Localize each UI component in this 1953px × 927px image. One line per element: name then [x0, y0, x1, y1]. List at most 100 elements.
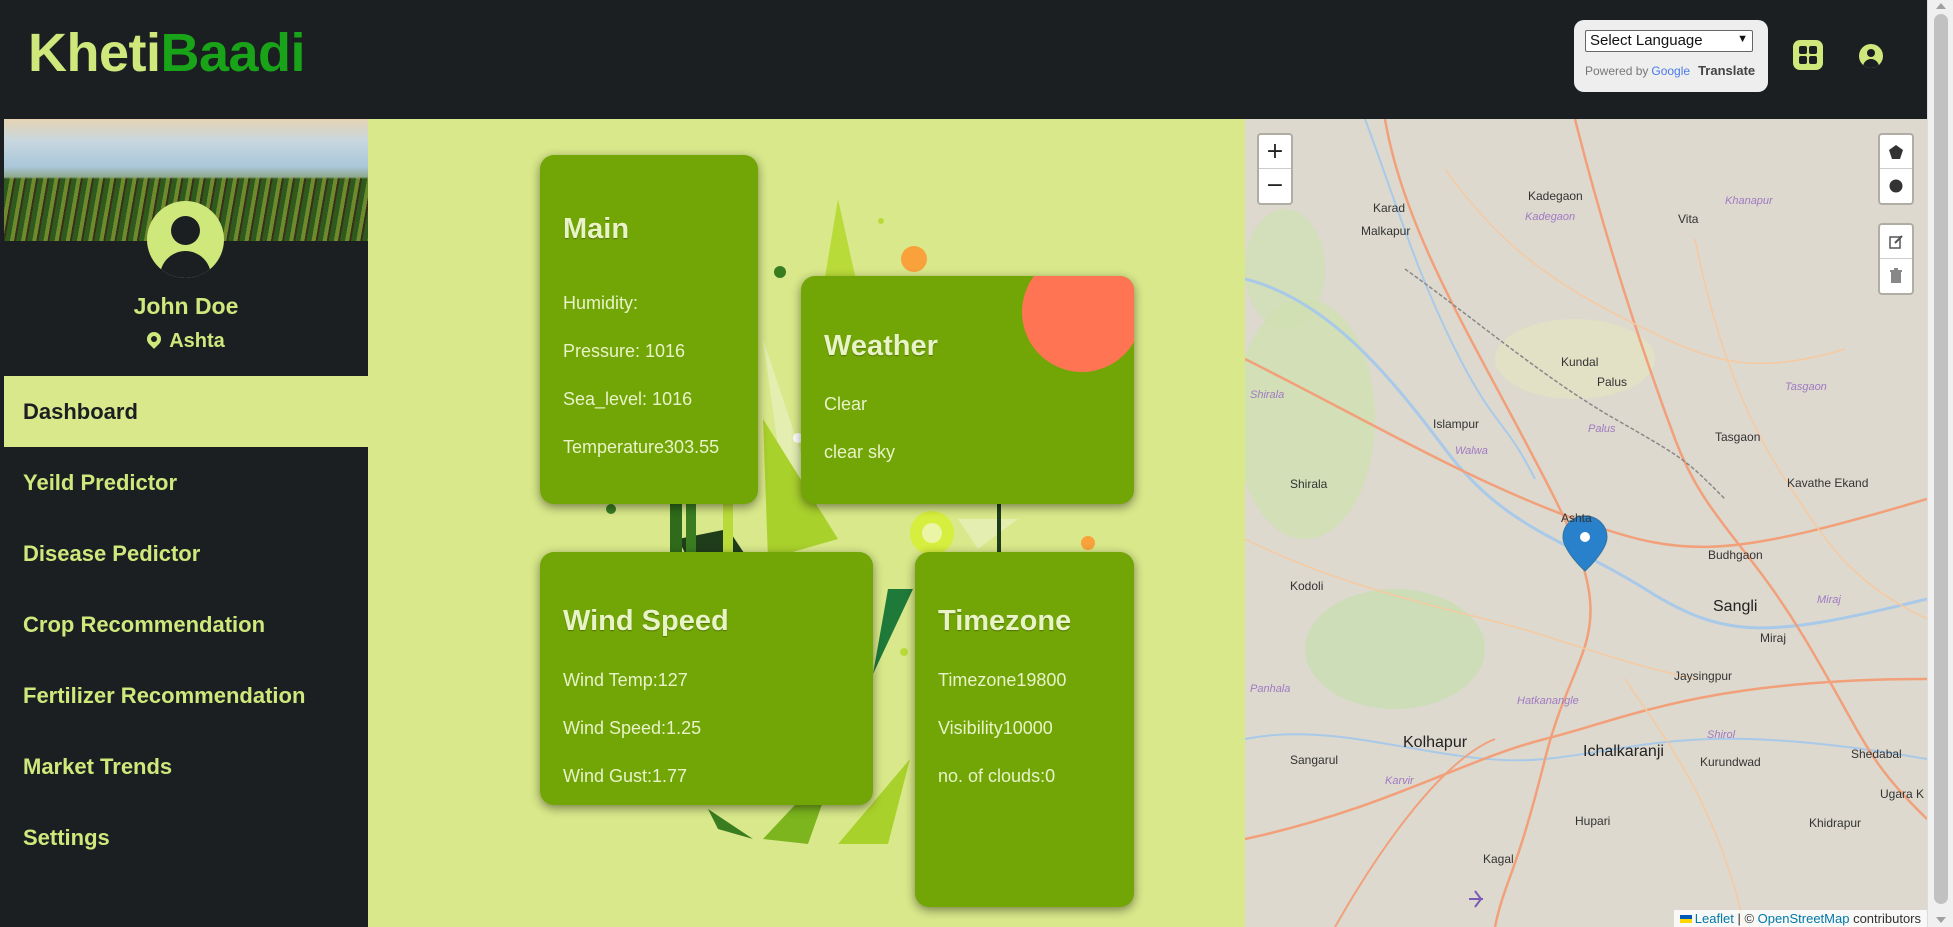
user-account-icon[interactable] [1859, 44, 1883, 68]
attribution-separator: | © [1737, 911, 1755, 926]
map-label: Panhala [1250, 683, 1291, 695]
pressure-value: Pressure: 1016 [563, 341, 686, 361]
draw-circle-icon[interactable] [1880, 169, 1912, 203]
edit-layers-icon[interactable] [1880, 225, 1912, 259]
map-label: Khanapur [1725, 195, 1773, 207]
sidebar-item-market-trends[interactable]: Market Trends [4, 731, 368, 802]
map-label: Miraj [1817, 594, 1841, 606]
sidebar-item-crop-recommendation[interactable]: Crop Recommendation [4, 589, 368, 660]
language-select-value: Select Language [1590, 32, 1703, 49]
sidebar-item-disease-predictor[interactable]: Disease Pedictor [4, 518, 368, 589]
map-label: Walwa [1455, 445, 1488, 457]
clouds-value: no. of clouds:0 [938, 766, 1056, 786]
main-stats-card: Main Humidity: Pressure: 1016 Sea_level:… [540, 155, 758, 504]
map-label: Budhgaon [1708, 548, 1763, 562]
avatar [147, 201, 224, 278]
map-label: Hupari [1575, 814, 1611, 828]
scroll-up-arrow-icon[interactable] [1936, 3, 1946, 9]
card-title: Main [563, 213, 630, 245]
draw-toolbar [1878, 133, 1914, 205]
sidebar-item-fertilizer-recommendation[interactable]: Fertilizer Recommendation [4, 660, 368, 731]
edit-toolbar [1878, 223, 1914, 295]
scroll-down-arrow-icon[interactable] [1936, 917, 1946, 923]
google-translate-widget: Select Language ▼ Powered by Google Transl… [1574, 20, 1768, 92]
map-label: Vita [1678, 212, 1699, 226]
scrollbar-thumb[interactable] [1934, 14, 1948, 904]
map-label: Shirala [1250, 389, 1285, 401]
language-select[interactable]: Select Language ▼ [1585, 30, 1753, 52]
map-label: Kodoli [1290, 579, 1324, 593]
timezone-value: Timezone19800 [938, 670, 1067, 690]
apps-grid-icon[interactable] [1793, 40, 1823, 70]
translate-link[interactable]: Translate [1698, 63, 1755, 78]
logo-text-kheti: Kheti [28, 23, 161, 83]
card-title: Wind Speed [563, 605, 729, 637]
map-label: Ichalkaranji [1583, 743, 1664, 760]
sidebar: John Doe Ashta Dashboard Yeild Predictor… [4, 119, 368, 927]
map-label: Islampur [1433, 417, 1480, 431]
map-label: Kadegaon [1528, 189, 1583, 203]
map-label: Kavathe Ekand [1787, 476, 1869, 490]
map-label: Sangli [1713, 598, 1758, 615]
zoom-in-button[interactable]: + [1259, 135, 1291, 169]
map-label: Karvir [1385, 775, 1414, 787]
wind-speed-card: Wind Speed Wind Temp:127 Wind Speed:1.25… [540, 552, 873, 805]
map-label: Shedabal [1851, 747, 1902, 761]
map-attribution: Leaflet | © OpenStreetMap contributors [1673, 910, 1927, 927]
map-label: Tasgaon [1715, 430, 1761, 444]
google-logo[interactable]: Google [1651, 64, 1690, 78]
map-label: Shirala [1290, 477, 1328, 491]
temperature-value: Temperature303.55 [563, 437, 720, 457]
map-label: Sangarul [1290, 753, 1339, 767]
app-logo[interactable]: KhetiBaadi [28, 22, 306, 84]
card-title: Timezone [938, 605, 1072, 637]
ukraine-flag-icon [1679, 915, 1692, 923]
logo-text-baadi: Baadi [160, 23, 306, 83]
user-location: Ashta [4, 329, 368, 353]
timezone-card: Timezone Timezone19800 Visibility10000 n… [915, 552, 1134, 907]
sidebar-item-settings[interactable]: Settings [4, 802, 368, 873]
delete-layers-icon[interactable] [1880, 259, 1912, 293]
user-location-text: Ashta [169, 330, 225, 352]
map-label: Kolhapur [1403, 734, 1468, 751]
map-label: Jaysingpur [1674, 669, 1733, 683]
powered-by-google: Powered by Google Translate [1585, 63, 1755, 78]
chevron-down-icon: ▼ [1737, 33, 1748, 45]
zoom-out-button[interactable]: − [1259, 169, 1291, 203]
map-label: Malkapur [1361, 224, 1411, 238]
dashboard-panel: Main Humidity: Pressure: 1016 Sea_level:… [368, 119, 1245, 927]
top-header: KhetiBaadi Select Language ▼ Powered by G… [4, 0, 1927, 119]
user-name: John Doe [133, 293, 239, 319]
wind-gust-value: Wind Gust:1.77 [563, 766, 688, 786]
map-label: Ashta [1561, 511, 1592, 525]
humidity-value: Humidity: [563, 293, 639, 313]
leaflet-link[interactable]: Leaflet [1695, 911, 1734, 926]
map-label: Palus [1588, 423, 1616, 435]
map-label: Miraj [1760, 631, 1786, 645]
map-label: Khidrapur [1809, 816, 1862, 830]
osm-link[interactable]: OpenStreetMap [1758, 911, 1850, 926]
sidebar-item-dashboard[interactable]: Dashboard [4, 376, 368, 447]
sidebar-item-yield-predictor[interactable]: Yeild Predictor [4, 447, 368, 518]
wind-speed-value: Wind Speed:1.25 [563, 718, 702, 738]
map-label: Tasgaon [1785, 381, 1827, 393]
visibility-value: Visibility10000 [938, 718, 1053, 738]
map-label: Shirol [1707, 729, 1736, 741]
map-label: Palus [1597, 375, 1628, 389]
sea-level-value: Sea_level: 1016 [563, 389, 693, 409]
map-label: Kagal [1483, 852, 1514, 866]
sun-circle-decoration [1022, 276, 1134, 372]
wind-temp-value: Wind Temp:127 [563, 670, 688, 690]
sidebar-menu: Dashboard Yeild Predictor Disease Pedict… [4, 376, 368, 873]
powered-by-label: Powered by [1585, 64, 1649, 78]
attribution-contributors: contributors [1853, 911, 1921, 926]
weather-main: Clear [824, 394, 868, 414]
map-label: Kurundwad [1700, 755, 1761, 769]
map-label: Kadegaon [1525, 211, 1576, 223]
map-label: Ugara K [1880, 787, 1925, 801]
draw-polygon-icon[interactable] [1880, 135, 1912, 169]
zoom-control: + − [1257, 133, 1293, 205]
page-scrollbar[interactable] [1927, 0, 1953, 927]
location-map[interactable]: Karad Kadegaon Vita Malkapur Kadegaon Kh… [1245, 119, 1927, 927]
map-label: Hatkanangle [1517, 695, 1579, 707]
